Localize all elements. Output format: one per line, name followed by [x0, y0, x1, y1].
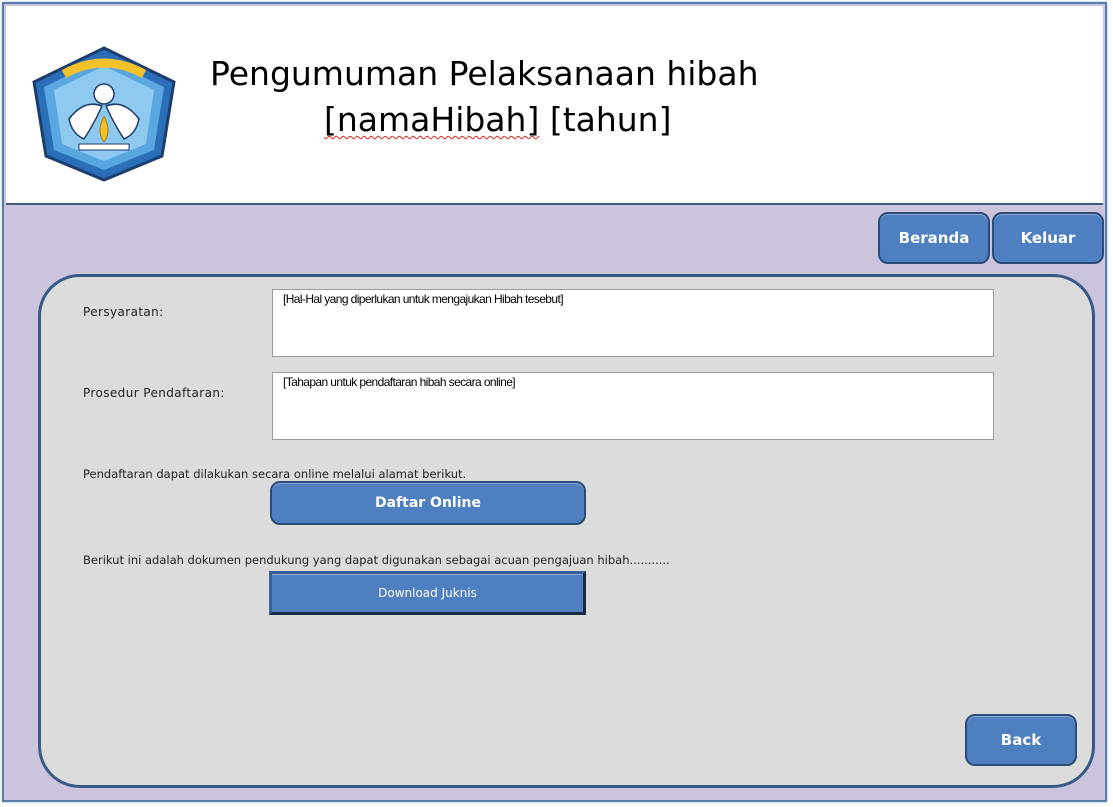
documents-info: Berikut ini adalah dokumen pendukung yan…	[83, 553, 670, 567]
logout-button[interactable]: Keluar	[992, 212, 1104, 264]
download-guidelines-button[interactable]: Download Juknis	[269, 571, 586, 615]
page-header: Pengumuman Pelaksanaan hibah [namaHibah]…	[6, 6, 1103, 205]
announcement-panel: Persyaratan: [Hal-Hal yang diperlukan un…	[38, 274, 1095, 788]
requirements-label: Persyaratan:	[83, 305, 164, 319]
procedure-label: Prosedur Pendaftaran:	[83, 386, 225, 400]
app-window: Pengumuman Pelaksanaan hibah [namaHibah]…	[2, 2, 1107, 802]
title-line-2: [namaHibah] [tahun]	[206, 97, 846, 143]
page-title: Pengumuman Pelaksanaan hibah [namaHibah]…	[206, 51, 846, 143]
register-online-button[interactable]: Daftar Online	[270, 481, 586, 525]
title-year: [tahun]	[539, 100, 672, 139]
tut-wuri-handayani-logo	[32, 46, 176, 182]
back-button[interactable]: Back	[965, 714, 1077, 766]
requirements-field[interactable]: [Hal-Hal yang diperlukan untuk mengajuka…	[272, 289, 994, 357]
title-grant-name: [namaHibah]	[324, 100, 540, 139]
procedure-field[interactable]: [Tahapan untuk pendaftaran hibah secara …	[272, 372, 994, 440]
online-registration-info: Pendaftaran dapat dilakukan secara onlin…	[83, 467, 467, 481]
title-line-1: Pengumuman Pelaksanaan hibah	[210, 54, 759, 93]
home-button[interactable]: Beranda	[878, 212, 990, 264]
